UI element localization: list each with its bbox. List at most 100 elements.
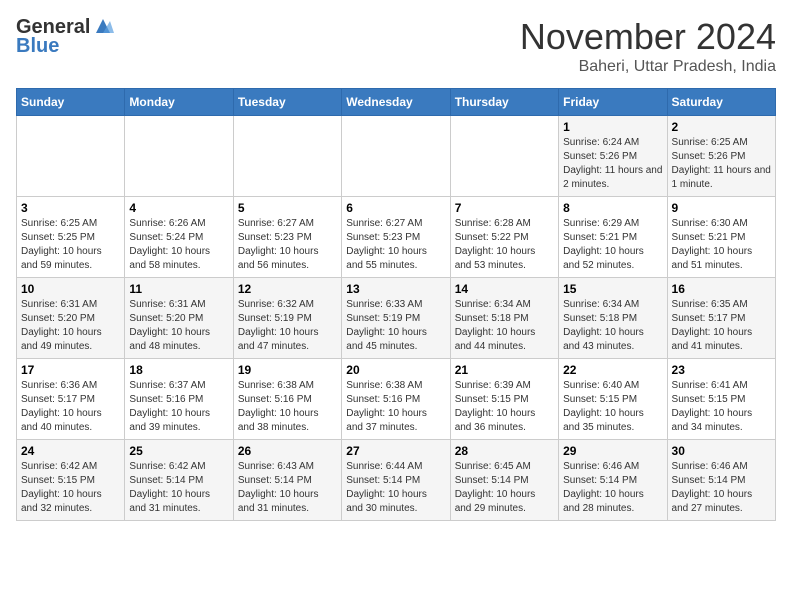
col-header-tuesday: Tuesday (233, 89, 341, 116)
location-subtitle: Baheri, Uttar Pradesh, India (520, 58, 776, 76)
day-cell: 28 Sunrise: 6:45 AMSunset: 5:14 PMDayligh… (450, 440, 558, 521)
week-row-1: 1 Sunrise: 6:24 AMSunset: 5:26 PMDaylight… (17, 116, 776, 197)
day-cell: 15 Sunrise: 6:34 AMSunset: 5:18 PMDayligh… (559, 278, 667, 359)
col-header-friday: Friday (559, 89, 667, 116)
logo-icon (92, 15, 114, 37)
day-number: 27 (346, 444, 445, 458)
week-row-4: 17 Sunrise: 6:36 AMSunset: 5:17 PMDayligh… (17, 359, 776, 440)
day-detail: Sunrise: 6:40 AMSunset: 5:15 PMDaylight:… (563, 379, 662, 435)
day-detail: Sunrise: 6:34 AMSunset: 5:18 PMDaylight:… (455, 298, 554, 354)
day-number: 28 (455, 444, 554, 458)
day-cell (450, 116, 558, 197)
day-number: 15 (563, 282, 662, 296)
day-detail: Sunrise: 6:25 AMSunset: 5:25 PMDaylight:… (21, 217, 120, 273)
day-cell: 27 Sunrise: 6:44 AMSunset: 5:14 PMDayligh… (342, 440, 450, 521)
day-detail: Sunrise: 6:27 AMSunset: 5:23 PMDaylight:… (346, 217, 445, 273)
day-detail: Sunrise: 6:31 AMSunset: 5:20 PMDaylight:… (21, 298, 120, 354)
day-cell (342, 116, 450, 197)
day-number: 30 (672, 444, 771, 458)
day-number: 1 (563, 120, 662, 134)
day-detail: Sunrise: 6:29 AMSunset: 5:21 PMDaylight:… (563, 217, 662, 273)
day-cell: 12 Sunrise: 6:32 AMSunset: 5:19 PMDayligh… (233, 278, 341, 359)
day-number: 24 (21, 444, 120, 458)
day-detail: Sunrise: 6:38 AMSunset: 5:16 PMDaylight:… (346, 379, 445, 435)
logo: General Blue (16, 16, 114, 58)
page-header: General Blue November 2024 Baheri, Uttar… (16, 16, 776, 76)
day-number: 23 (672, 363, 771, 377)
day-number: 20 (346, 363, 445, 377)
day-number: 25 (129, 444, 228, 458)
day-cell: 16 Sunrise: 6:35 AMSunset: 5:17 PMDayligh… (667, 278, 775, 359)
col-header-wednesday: Wednesday (342, 89, 450, 116)
day-detail: Sunrise: 6:43 AMSunset: 5:14 PMDaylight:… (238, 460, 337, 516)
day-detail: Sunrise: 6:25 AMSunset: 5:26 PMDaylight:… (672, 136, 771, 192)
day-number: 29 (563, 444, 662, 458)
day-number: 17 (21, 363, 120, 377)
day-detail: Sunrise: 6:35 AMSunset: 5:17 PMDaylight:… (672, 298, 771, 354)
day-cell: 30 Sunrise: 6:46 AMSunset: 5:14 PMDayligh… (667, 440, 775, 521)
day-number: 3 (21, 201, 120, 215)
day-detail: Sunrise: 6:28 AMSunset: 5:22 PMDaylight:… (455, 217, 554, 273)
day-cell: 24 Sunrise: 6:42 AMSunset: 5:15 PMDayligh… (17, 440, 125, 521)
day-number: 26 (238, 444, 337, 458)
day-cell: 1 Sunrise: 6:24 AMSunset: 5:26 PMDaylight… (559, 116, 667, 197)
day-number: 12 (238, 282, 337, 296)
day-detail: Sunrise: 6:36 AMSunset: 5:17 PMDaylight:… (21, 379, 120, 435)
day-detail: Sunrise: 6:41 AMSunset: 5:15 PMDaylight:… (672, 379, 771, 435)
day-cell: 19 Sunrise: 6:38 AMSunset: 5:16 PMDayligh… (233, 359, 341, 440)
day-number: 8 (563, 201, 662, 215)
day-number: 9 (672, 201, 771, 215)
day-detail: Sunrise: 6:37 AMSunset: 5:16 PMDaylight:… (129, 379, 228, 435)
day-cell: 6 Sunrise: 6:27 AMSunset: 5:23 PMDaylight… (342, 197, 450, 278)
day-cell: 21 Sunrise: 6:39 AMSunset: 5:15 PMDayligh… (450, 359, 558, 440)
month-title: November 2024 (520, 16, 776, 58)
day-cell: 17 Sunrise: 6:36 AMSunset: 5:17 PMDayligh… (17, 359, 125, 440)
header-row: SundayMondayTuesdayWednesdayThursdayFrid… (17, 89, 776, 116)
day-number: 14 (455, 282, 554, 296)
day-detail: Sunrise: 6:34 AMSunset: 5:18 PMDaylight:… (563, 298, 662, 354)
day-detail: Sunrise: 6:44 AMSunset: 5:14 PMDaylight:… (346, 460, 445, 516)
day-detail: Sunrise: 6:45 AMSunset: 5:14 PMDaylight:… (455, 460, 554, 516)
day-number: 5 (238, 201, 337, 215)
day-cell: 26 Sunrise: 6:43 AMSunset: 5:14 PMDayligh… (233, 440, 341, 521)
col-header-monday: Monday (125, 89, 233, 116)
calendar-table: SundayMondayTuesdayWednesdayThursdayFrid… (16, 88, 776, 521)
week-row-2: 3 Sunrise: 6:25 AMSunset: 5:25 PMDaylight… (17, 197, 776, 278)
day-cell: 3 Sunrise: 6:25 AMSunset: 5:25 PMDaylight… (17, 197, 125, 278)
day-cell: 7Sunrise: 6:28 AMSunset: 5:22 PMDaylight… (450, 197, 558, 278)
day-number: 19 (238, 363, 337, 377)
day-cell: 10 Sunrise: 6:31 AMSunset: 5:20 PMDayligh… (17, 278, 125, 359)
col-header-saturday: Saturday (667, 89, 775, 116)
day-detail: Sunrise: 6:31 AMSunset: 5:20 PMDaylight:… (129, 298, 228, 354)
day-detail: Sunrise: 6:30 AMSunset: 5:21 PMDaylight:… (672, 217, 771, 273)
day-number: 13 (346, 282, 445, 296)
day-cell (17, 116, 125, 197)
day-detail: Sunrise: 6:38 AMSunset: 5:16 PMDaylight:… (238, 379, 337, 435)
col-header-thursday: Thursday (450, 89, 558, 116)
day-cell: 11Sunrise: 6:31 AMSunset: 5:20 PMDayligh… (125, 278, 233, 359)
day-detail: Sunrise: 6:46 AMSunset: 5:14 PMDaylight:… (672, 460, 771, 516)
day-number: 10 (21, 282, 120, 296)
day-detail: Sunrise: 6:24 AMSunset: 5:26 PMDaylight:… (563, 136, 662, 192)
day-detail: Sunrise: 6:39 AMSunset: 5:15 PMDaylight:… (455, 379, 554, 435)
week-row-5: 24 Sunrise: 6:42 AMSunset: 5:15 PMDayligh… (17, 440, 776, 521)
day-number: 21 (455, 363, 554, 377)
day-cell: 13 Sunrise: 6:33 AMSunset: 5:19 PMDayligh… (342, 278, 450, 359)
day-detail: Sunrise: 6:33 AMSunset: 5:19 PMDaylight:… (346, 298, 445, 354)
day-cell: 8 Sunrise: 6:29 AMSunset: 5:21 PMDaylight… (559, 197, 667, 278)
day-cell: 22Sunrise: 6:40 AMSunset: 5:15 PMDayligh… (559, 359, 667, 440)
day-number: 16 (672, 282, 771, 296)
day-cell (233, 116, 341, 197)
day-detail: Sunrise: 6:32 AMSunset: 5:19 PMDaylight:… (238, 298, 337, 354)
day-number: 6 (346, 201, 445, 215)
day-detail: Sunrise: 6:27 AMSunset: 5:23 PMDaylight:… (238, 217, 337, 273)
day-cell: 2Sunrise: 6:25 AMSunset: 5:26 PMDaylight… (667, 116, 775, 197)
week-row-3: 10 Sunrise: 6:31 AMSunset: 5:20 PMDayligh… (17, 278, 776, 359)
day-detail: Sunrise: 6:26 AMSunset: 5:24 PMDaylight:… (129, 217, 228, 273)
day-cell: 23 Sunrise: 6:41 AMSunset: 5:15 PMDayligh… (667, 359, 775, 440)
day-detail: Sunrise: 6:42 AMSunset: 5:15 PMDaylight:… (21, 460, 120, 516)
day-cell: 5 Sunrise: 6:27 AMSunset: 5:23 PMDaylight… (233, 197, 341, 278)
day-cell: 14 Sunrise: 6:34 AMSunset: 5:18 PMDayligh… (450, 278, 558, 359)
day-detail: Sunrise: 6:42 AMSunset: 5:14 PMDaylight:… (129, 460, 228, 516)
day-cell: 20 Sunrise: 6:38 AMSunset: 5:16 PMDayligh… (342, 359, 450, 440)
